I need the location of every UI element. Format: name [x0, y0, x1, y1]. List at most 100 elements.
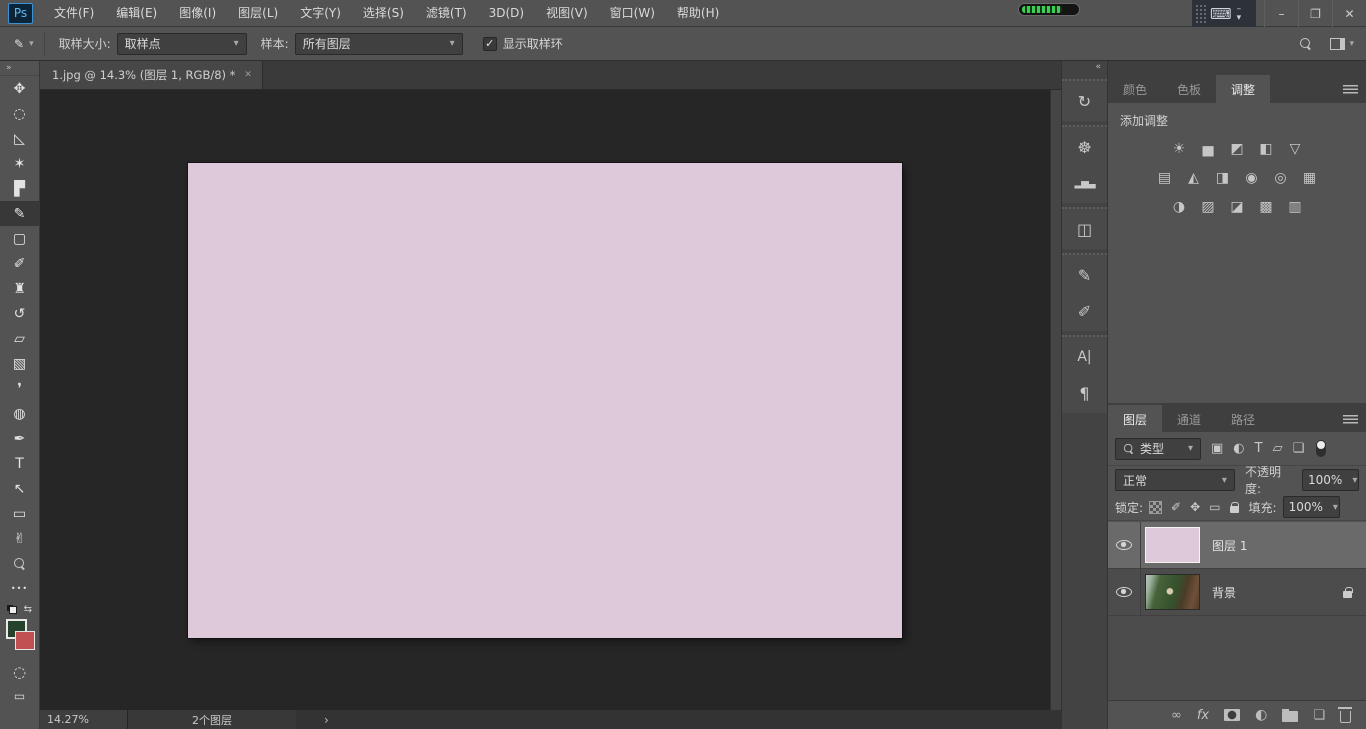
blur-tool[interactable]: ❜ — [0, 376, 39, 401]
background-color-swatch[interactable] — [15, 631, 35, 650]
lock-transparency-icon[interactable] — [1149, 501, 1162, 514]
move-tool[interactable]: ✥ — [0, 76, 39, 101]
ime-toolbar[interactable]: ⌨ – ▾ — [1192, 0, 1256, 27]
menu-select[interactable]: 选择(S) — [352, 0, 415, 26]
tab-swatches[interactable]: 色板 — [1162, 75, 1216, 103]
levels-icon[interactable]: ▅ — [1198, 140, 1218, 158]
add-layer-mask-icon[interactable] — [1224, 709, 1240, 721]
layer-name[interactable]: 图层 1 — [1212, 537, 1247, 554]
exposure-icon[interactable]: ◧ — [1256, 140, 1276, 158]
sample-layers-dropdown[interactable]: 所有图层 ▾ — [295, 33, 463, 55]
sample-size-dropdown[interactable]: 取样点 ▾ — [117, 33, 247, 55]
layer-thumbnail[interactable] — [1145, 574, 1200, 610]
brushes-panel-button[interactable]: ✐ — [1062, 293, 1107, 329]
photo-filter-icon[interactable]: ◉ — [1242, 169, 1262, 187]
menu-edit[interactable]: 编辑(E) — [105, 0, 168, 26]
magic-wand-tool[interactable]: ✶ — [0, 151, 39, 176]
color-lookup-icon[interactable]: ▦ — [1300, 169, 1320, 187]
visibility-cell[interactable] — [1108, 569, 1141, 615]
menu-file[interactable]: 文件(F) — [43, 0, 105, 26]
tool-preset-picker[interactable]: ✎ ▾ — [0, 32, 45, 56]
restore-button[interactable]: ❐ — [1298, 0, 1332, 27]
canvas-document[interactable] — [188, 163, 902, 638]
path-select-tool[interactable]: ↖ — [0, 476, 39, 501]
lock-position-icon[interactable]: ✥ — [1190, 500, 1200, 514]
tab-adjustments[interactable]: 调整 — [1216, 75, 1270, 103]
gradient-tool[interactable]: ▧ — [0, 351, 39, 376]
layer-row-layer1[interactable]: 图层 1 — [1108, 522, 1366, 569]
threshold-icon[interactable]: ◪ — [1227, 198, 1247, 216]
menu-type[interactable]: 文字(Y) — [289, 0, 352, 26]
menu-filter[interactable]: 滤镜(T) — [415, 0, 478, 26]
type-tool[interactable]: T — [0, 451, 39, 476]
document-tab[interactable]: 1.jpg @ 14.3% (图层 1, RGB/8) * ✕ — [40, 61, 263, 89]
delete-layer-icon[interactable] — [1340, 711, 1351, 723]
canvas-pasteboard[interactable] — [40, 90, 1061, 710]
menu-help[interactable]: 帮助(H) — [666, 0, 730, 26]
filter-smart-objects-icon[interactable]: ❏ — [1293, 441, 1305, 456]
blend-mode-dropdown[interactable]: 正常 ▾ — [1115, 469, 1235, 491]
layer-style-fx-icon[interactable]: fx — [1197, 708, 1209, 723]
history-brush-tool[interactable]: ↺ — [0, 301, 39, 326]
panel-menu-icon[interactable] — [1343, 85, 1358, 94]
dodge-tool[interactable]: ◍ — [0, 401, 39, 426]
invert-icon[interactable]: ◑ — [1169, 198, 1189, 216]
character-panel-button[interactable]: A| — [1062, 339, 1107, 375]
marquee-tool[interactable]: ◌ — [0, 101, 39, 126]
lock-pixels-icon[interactable]: ✐ — [1171, 500, 1181, 514]
healing-patch-tool[interactable]: ▢ — [0, 226, 39, 251]
menu-3d[interactable]: 3D(D) — [478, 0, 535, 26]
lasso-tool[interactable]: ◺ — [0, 126, 39, 151]
histogram-panel-button[interactable]: ▂▅▃ — [1062, 165, 1107, 201]
zoom-level-field[interactable]: 14.27% — [40, 710, 128, 729]
brightness-contrast-icon[interactable]: ☀ — [1169, 140, 1189, 158]
lock-artboard-icon[interactable]: ▭ — [1209, 500, 1220, 514]
layer-row-background[interactable]: 背景 — [1108, 569, 1366, 616]
new-group-icon[interactable] — [1282, 711, 1298, 722]
tab-layers[interactable]: 图层 — [1108, 405, 1162, 433]
default-colors-icon[interactable] — [7, 605, 17, 614]
dock-collapse-button[interactable]: « — [1062, 61, 1107, 75]
tab-close-icon[interactable]: ✕ — [244, 70, 252, 80]
visibility-cell[interactable] — [1108, 522, 1141, 568]
tab-color[interactable]: 颜色 — [1108, 75, 1162, 103]
panel-menu-icon[interactable] — [1343, 415, 1358, 424]
document-info-field[interactable]: 2个图层 — [128, 710, 296, 729]
filter-pixel-layers-icon[interactable]: ▣ — [1211, 441, 1223, 456]
toolbar-expand-button[interactable]: » — [0, 61, 39, 76]
menu-view[interactable]: 视图(V) — [535, 0, 599, 26]
show-sampling-ring-checkbox[interactable]: ✓ — [483, 37, 497, 51]
link-layers-icon[interactable]: ∞ — [1171, 708, 1182, 723]
ime-options-arrow-icon[interactable]: ▾ — [1237, 14, 1242, 23]
workspace-switcher[interactable]: ▾ — [1330, 38, 1354, 50]
new-layer-icon[interactable]: ❏ — [1313, 708, 1325, 723]
eyedropper-tool[interactable]: ✎ — [0, 201, 39, 226]
vibrance-icon[interactable]: ▽ — [1285, 140, 1305, 158]
filter-shape-layers-icon[interactable]: ▱ — [1273, 441, 1283, 456]
tab-paths[interactable]: 路径 — [1216, 405, 1270, 433]
opacity-dropdown[interactable]: 100% ▾ — [1302, 469, 1359, 491]
lock-all-icon[interactable] — [1230, 506, 1239, 513]
layer-name[interactable]: 背景 — [1212, 584, 1236, 601]
filter-adjustment-layers-icon[interactable]: ◐ — [1233, 441, 1244, 456]
vertical-scrollbar[interactable] — [1050, 90, 1061, 710]
keyboard-icon[interactable]: ⌨ — [1210, 5, 1232, 23]
menu-image[interactable]: 图像(I) — [168, 0, 227, 26]
brush-tool[interactable]: ✐ — [0, 251, 39, 276]
tab-channels[interactable]: 通道 — [1162, 405, 1216, 433]
black-white-icon[interactable]: ◨ — [1213, 169, 1233, 187]
hue-saturation-icon[interactable]: ▤ — [1155, 169, 1175, 187]
filter-type-dropdown[interactable]: 类型 ▾ — [1115, 438, 1201, 460]
shape-tool[interactable]: ▭ — [0, 501, 39, 526]
screen-mode-button[interactable]: ▭ — [14, 689, 25, 703]
selective-color-icon[interactable]: ▥ — [1285, 198, 1305, 216]
quick-mask-button[interactable]: ◌ — [13, 663, 26, 681]
new-adjustment-layer-icon[interactable]: ◐ — [1255, 707, 1267, 723]
color-balance-icon[interactable]: ◭ — [1184, 169, 1204, 187]
edit-toolbar-button[interactable]: ••• — [0, 576, 39, 601]
navigator-panel-button[interactable]: ☸ — [1062, 129, 1107, 165]
eraser-tool[interactable]: ▱ — [0, 326, 39, 351]
properties-panel-button[interactable]: ◫ — [1062, 211, 1107, 247]
history-panel-button[interactable]: ↻ — [1062, 83, 1107, 119]
gradient-map-icon[interactable]: ▩ — [1256, 198, 1276, 216]
